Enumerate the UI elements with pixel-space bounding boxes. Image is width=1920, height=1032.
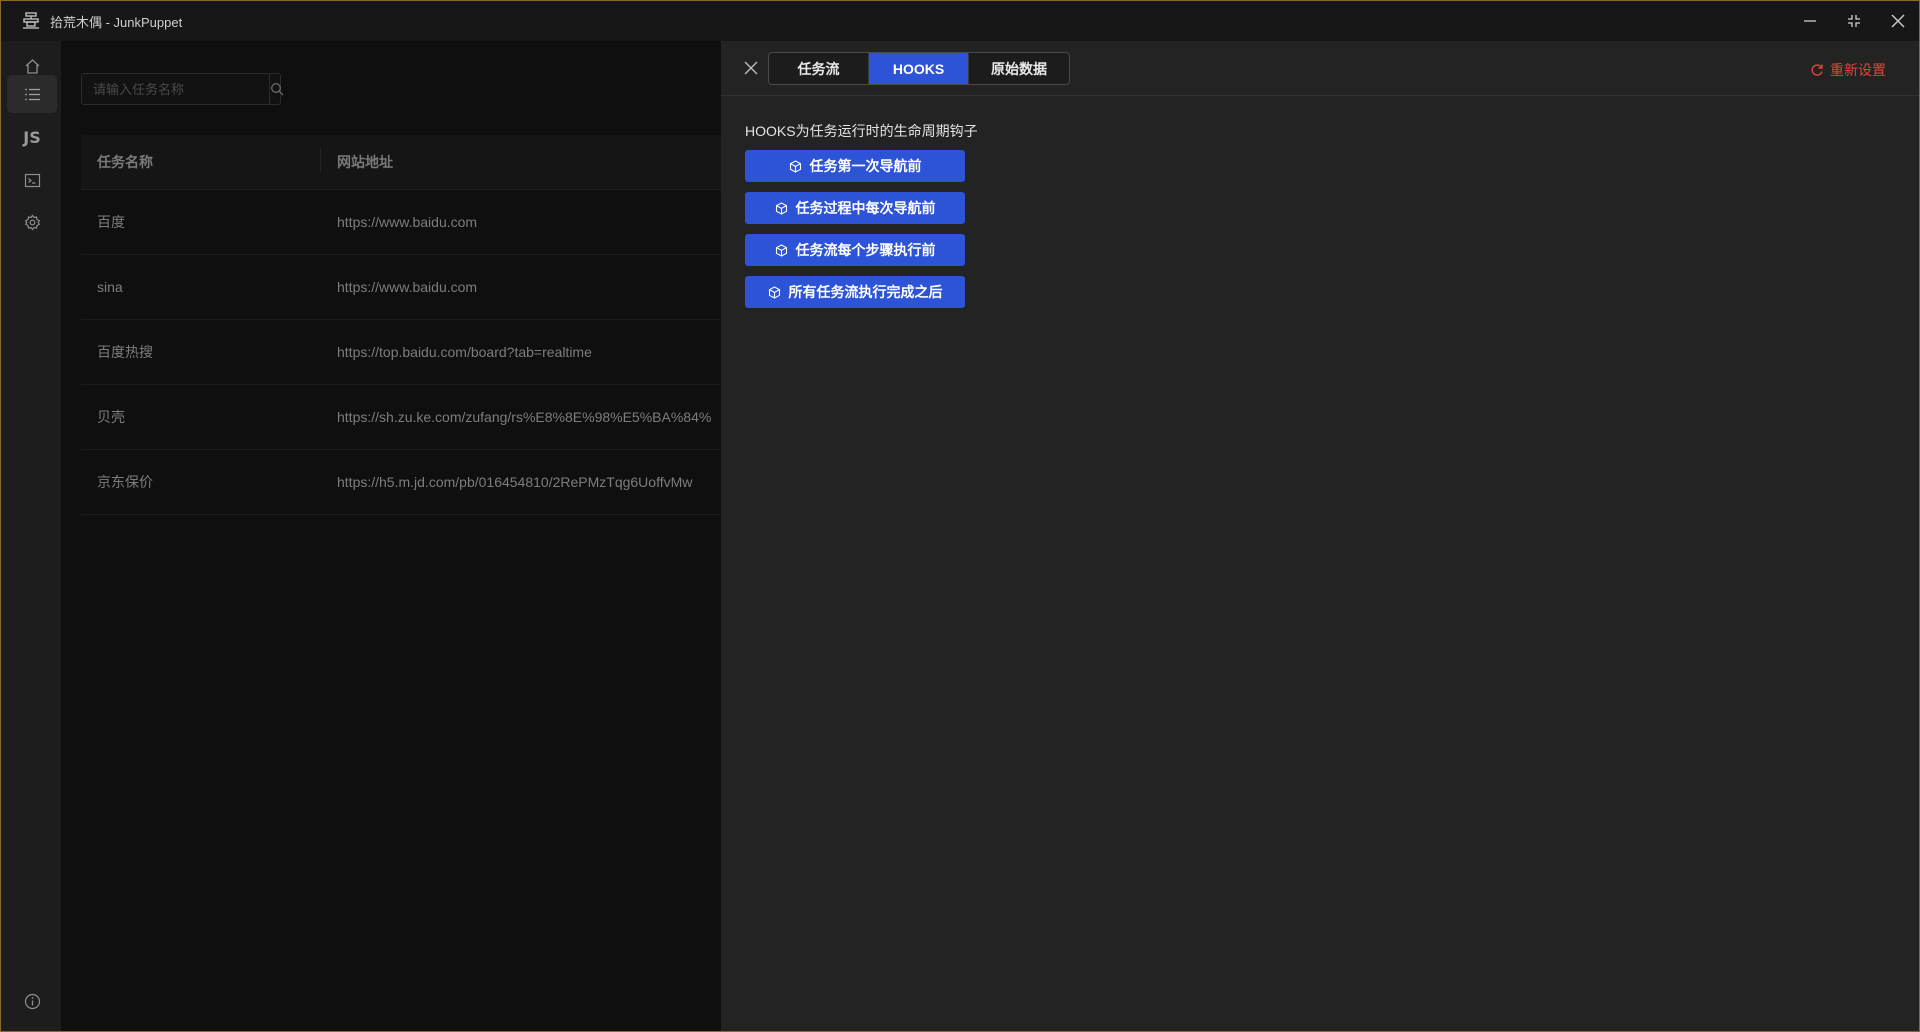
cube-icon bbox=[768, 285, 780, 299]
task-name: sina bbox=[97, 279, 123, 295]
cube-icon bbox=[775, 243, 787, 257]
reset-label: 重新设置 bbox=[1830, 62, 1886, 78]
tab-hooks[interactable]: HOOKS bbox=[869, 53, 969, 84]
task-name: 百度 bbox=[97, 214, 125, 230]
close-drawer-icon[interactable] bbox=[742, 59, 760, 77]
tab-raw-data[interactable]: 原始数据 bbox=[969, 53, 1069, 84]
sidebar-item-about[interactable] bbox=[7, 982, 57, 1020]
minimize-button[interactable] bbox=[1788, 1, 1832, 41]
task-url: https://www.baidu.com bbox=[337, 214, 478, 230]
home-icon bbox=[25, 58, 39, 74]
close-icon bbox=[1891, 14, 1905, 28]
column-header-name: 任务名称 bbox=[81, 148, 321, 172]
tab-workflow[interactable]: 任务流 bbox=[769, 53, 869, 84]
info-icon bbox=[24, 993, 40, 1009]
hook-before-first-navigation-button[interactable]: 任务第一次导航前 bbox=[745, 150, 965, 182]
cube-icon bbox=[789, 159, 801, 173]
reset-button[interactable]: 重新设置 bbox=[1810, 60, 1886, 80]
table-row[interactable]: sina https://www.baidu.com bbox=[81, 255, 721, 320]
drawer-tabs: 任务流 HOOKS 原始数据 bbox=[768, 52, 1070, 85]
task-detail-drawer: 任务流 HOOKS 原始数据 重新设置 HOOKS为任务运行时的生命周期钩子 任… bbox=[721, 41, 1919, 1031]
table-row[interactable]: 百度热搜 https://top.baidu.com/board?tab=rea… bbox=[81, 320, 721, 385]
task-name: 贝壳 bbox=[97, 409, 125, 425]
drawer-header: 任务流 HOOKS 原始数据 重新设置 bbox=[721, 41, 1919, 96]
table-row[interactable]: 百度 https://www.baidu.com bbox=[81, 190, 721, 255]
hook-label: 任务过程中每次导航前 bbox=[795, 200, 936, 216]
sidebar-item-js[interactable]: JS bbox=[7, 118, 57, 156]
hooks-description: HOOKS为任务运行时的生命周期钩子 bbox=[745, 123, 978, 139]
gear-icon bbox=[24, 214, 40, 230]
task-table: 任务名称 网站地址 百度 https://www.baidu.com sina … bbox=[81, 135, 721, 515]
hook-before-each-navigation-button[interactable]: 任务过程中每次导航前 bbox=[745, 192, 965, 224]
hook-label: 任务第一次导航前 bbox=[809, 158, 922, 174]
task-url: https://sh.zu.ke.com/zufang/rs%E8%8E%98%… bbox=[337, 409, 712, 425]
terminal-icon bbox=[24, 173, 40, 187]
hook-before-each-step-button[interactable]: 任务流每个步骤执行前 bbox=[745, 234, 965, 266]
hook-label: 所有任务流执行完成之后 bbox=[788, 284, 943, 300]
title-bar: 拾荒木偶 - JunkPuppet bbox=[1, 1, 1919, 41]
cube-icon bbox=[775, 201, 787, 215]
minimize-icon bbox=[1804, 20, 1816, 22]
task-url: https://h5.m.jd.com/pb/016454810/2RePMzT… bbox=[337, 474, 693, 490]
list-icon bbox=[24, 88, 40, 100]
sidebar-item-console[interactable] bbox=[7, 161, 57, 199]
table-row[interactable]: 贝壳 https://sh.zu.ke.com/zufang/rs%E8%8E%… bbox=[81, 385, 721, 450]
search-input[interactable] bbox=[82, 74, 269, 104]
hook-label: 任务流每个步骤执行前 bbox=[795, 242, 936, 258]
task-name: 京东保价 bbox=[97, 474, 153, 490]
app-window: 拾荒木偶 - JunkPuppet JS 请输入任务名称 任务名称 网站地址 百… bbox=[0, 0, 1920, 1032]
hook-after-all-complete-button[interactable]: 所有任务流执行完成之后 bbox=[745, 276, 965, 308]
task-name: 百度热搜 bbox=[97, 344, 153, 360]
task-url: https://www.baidu.com bbox=[337, 279, 478, 295]
close-window-button[interactable] bbox=[1876, 1, 1919, 41]
fullscreen-icon bbox=[1848, 15, 1860, 27]
sidebar: JS bbox=[1, 41, 61, 1031]
refresh-icon bbox=[1811, 64, 1823, 76]
app-logo-icon bbox=[23, 12, 39, 29]
column-header-url: 网站地址 bbox=[337, 154, 393, 170]
table-row[interactable]: 京东保价 https://h5.m.jd.com/pb/016454810/2R… bbox=[81, 450, 721, 515]
task-url: https://top.baidu.com/board?tab=realtime bbox=[337, 344, 592, 360]
search-button[interactable] bbox=[269, 74, 284, 104]
sidebar-item-settings[interactable] bbox=[7, 203, 57, 241]
table-header: 任务名称 网站地址 bbox=[81, 135, 721, 190]
search-box bbox=[81, 73, 284, 105]
js-icon: JS bbox=[23, 127, 41, 147]
sidebar-item-tasks[interactable] bbox=[7, 75, 57, 113]
search-icon bbox=[271, 83, 284, 96]
maximize-button[interactable] bbox=[1832, 1, 1876, 41]
task-list-panel: 任务名称 网站地址 百度 https://www.baidu.com sina … bbox=[61, 41, 721, 1031]
window-title: 拾荒木偶 - JunkPuppet bbox=[50, 14, 183, 30]
